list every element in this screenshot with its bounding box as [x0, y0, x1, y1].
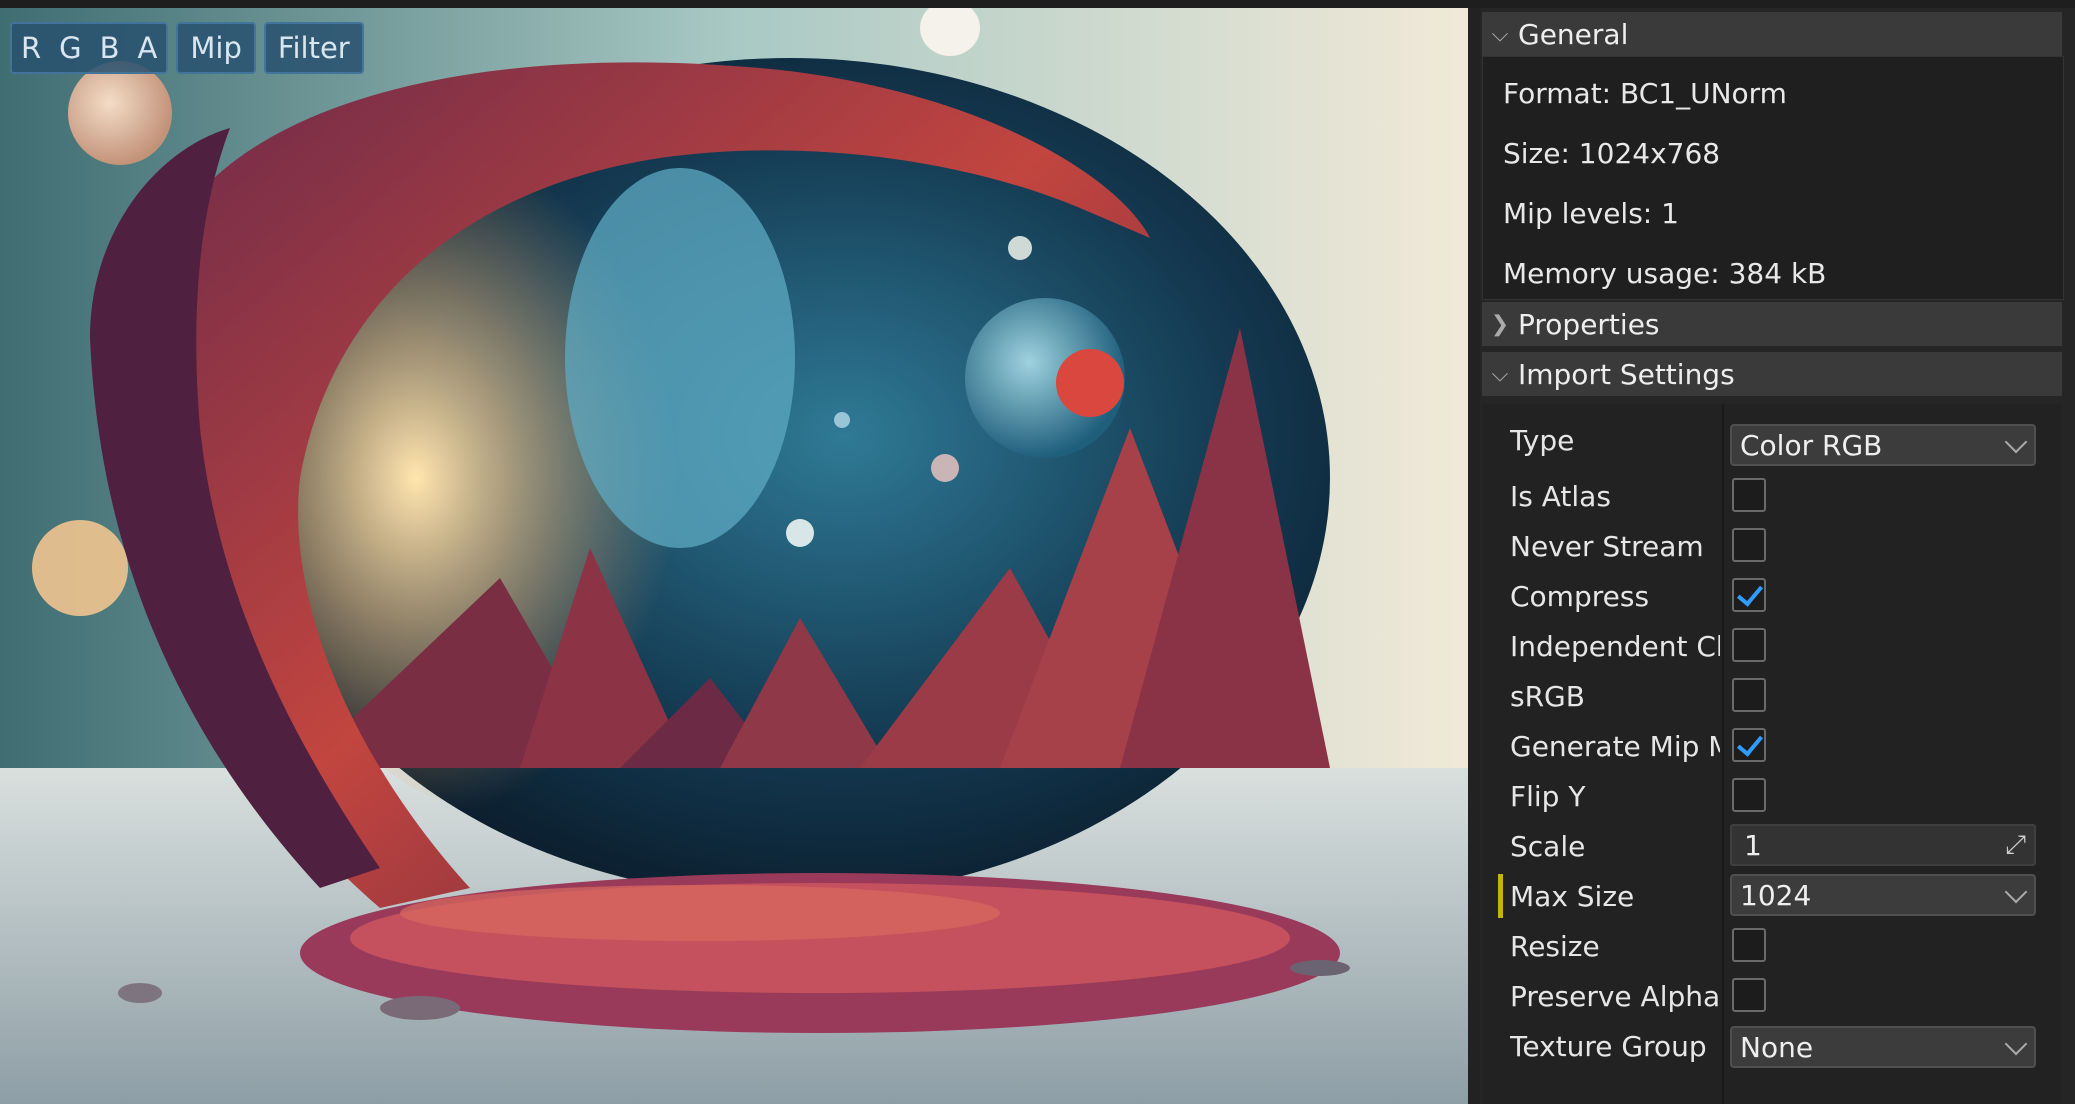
max-size-label: Max Size [1510, 880, 1635, 913]
texture-group-label: Texture Group [1510, 1030, 1707, 1063]
flip-y-checkbox[interactable] [1732, 778, 1766, 812]
mip-button-wrap: Mip [176, 22, 256, 74]
generate-mip-maps-checkbox[interactable] [1732, 728, 1766, 762]
is-atlas-label: Is Atlas [1510, 480, 1611, 513]
filter-button-wrap: Filter [263, 22, 364, 74]
independent-channels-label: Independent Ch [1510, 630, 1720, 663]
properties-panel: ⌵ General Format: BC1_UNorm Size: 1024x7… [1480, 8, 2075, 1104]
resize-label: Resize [1510, 930, 1600, 963]
scale-value: 1 [1744, 828, 1762, 862]
channel-toggle-group: R G B A [10, 22, 169, 74]
preview-toolbar: R G B A Mip Filter [10, 22, 364, 74]
filter-button[interactable]: Filter [266, 24, 362, 72]
import-settings-title: Import Settings [1518, 357, 1735, 391]
scale-label: Scale [1510, 830, 1586, 863]
is-atlas-checkbox[interactable] [1732, 478, 1766, 512]
size-text: Size: 1024x768 [1503, 137, 1721, 170]
texture-group-dropdown[interactable]: None [1730, 1026, 2036, 1068]
resize-checkbox[interactable] [1732, 928, 1766, 962]
chevron-down-icon [2004, 880, 2028, 904]
type-label: Type [1510, 424, 1575, 457]
mip-button[interactable]: Mip [178, 24, 254, 72]
scale-input[interactable]: 1 ⤢ [1730, 824, 2036, 866]
chevron-right-icon: ❯ [1490, 311, 1510, 337]
flip-y-label: Flip Y [1510, 780, 1586, 813]
texture-preview[interactable]: R G B A Mip Filter [0, 8, 1468, 1104]
import-settings-section-header[interactable]: ⌵ Import Settings [1482, 352, 2062, 396]
generate-mip-maps-label: Generate Mip M [1510, 730, 1720, 763]
never-stream-checkbox[interactable] [1732, 528, 1766, 562]
channel-r-button[interactable]: R [12, 24, 50, 72]
properties-section-header[interactable]: ❯ Properties [1482, 302, 2062, 346]
chevron-down-icon [2004, 430, 2028, 454]
general-title: General [1518, 17, 1629, 51]
modified-marker [1498, 874, 1503, 918]
channel-a-button[interactable]: A [129, 24, 167, 72]
chevron-down-icon: ⌵ [1491, 361, 1509, 387]
channel-g-button[interactable]: G [50, 24, 90, 72]
texture-group-value: None [1740, 1030, 1814, 1064]
expand-icon[interactable]: ⤢ [2005, 830, 2026, 861]
properties-title: Properties [1518, 307, 1660, 341]
general-section-body: Format: BC1_UNorm Size: 1024x768 Mip lev… [1482, 56, 2064, 300]
preserve-alpha-label: Preserve Alpha [1510, 980, 1720, 1013]
channel-b-button[interactable]: B [91, 24, 129, 72]
chevron-down-icon: ⌵ [1491, 21, 1509, 47]
chevron-down-icon [2004, 1032, 2028, 1056]
srgb-label: sRGB [1510, 680, 1585, 713]
type-value: Color RGB [1740, 428, 1883, 462]
compress-label: Compress [1510, 580, 1650, 613]
memory-usage-text: Memory usage: 384 kB [1503, 257, 1827, 290]
preserve-alpha-checkbox[interactable] [1732, 978, 1766, 1012]
max-size-value: 1024 [1740, 878, 1812, 912]
independent-channels-checkbox[interactable] [1732, 628, 1766, 662]
max-size-dropdown[interactable]: 1024 [1730, 874, 2036, 916]
column-separator[interactable] [1722, 404, 1724, 1104]
compress-checkbox[interactable] [1732, 578, 1766, 612]
never-stream-label: Never Stream [1510, 530, 1704, 563]
preview-image [0, 8, 1468, 1104]
general-section-header[interactable]: ⌵ General [1482, 12, 2062, 56]
import-settings-body: Type Color RGB Is Atlas Never Stream Com… [1482, 404, 2062, 1104]
mip-levels-text: Mip levels: 1 [1503, 197, 1679, 230]
panel-splitter[interactable] [1468, 8, 1480, 1104]
srgb-checkbox[interactable] [1732, 678, 1766, 712]
format-text: Format: BC1_UNorm [1503, 77, 1787, 110]
top-strip [0, 0, 2075, 8]
type-dropdown[interactable]: Color RGB [1730, 424, 2036, 466]
